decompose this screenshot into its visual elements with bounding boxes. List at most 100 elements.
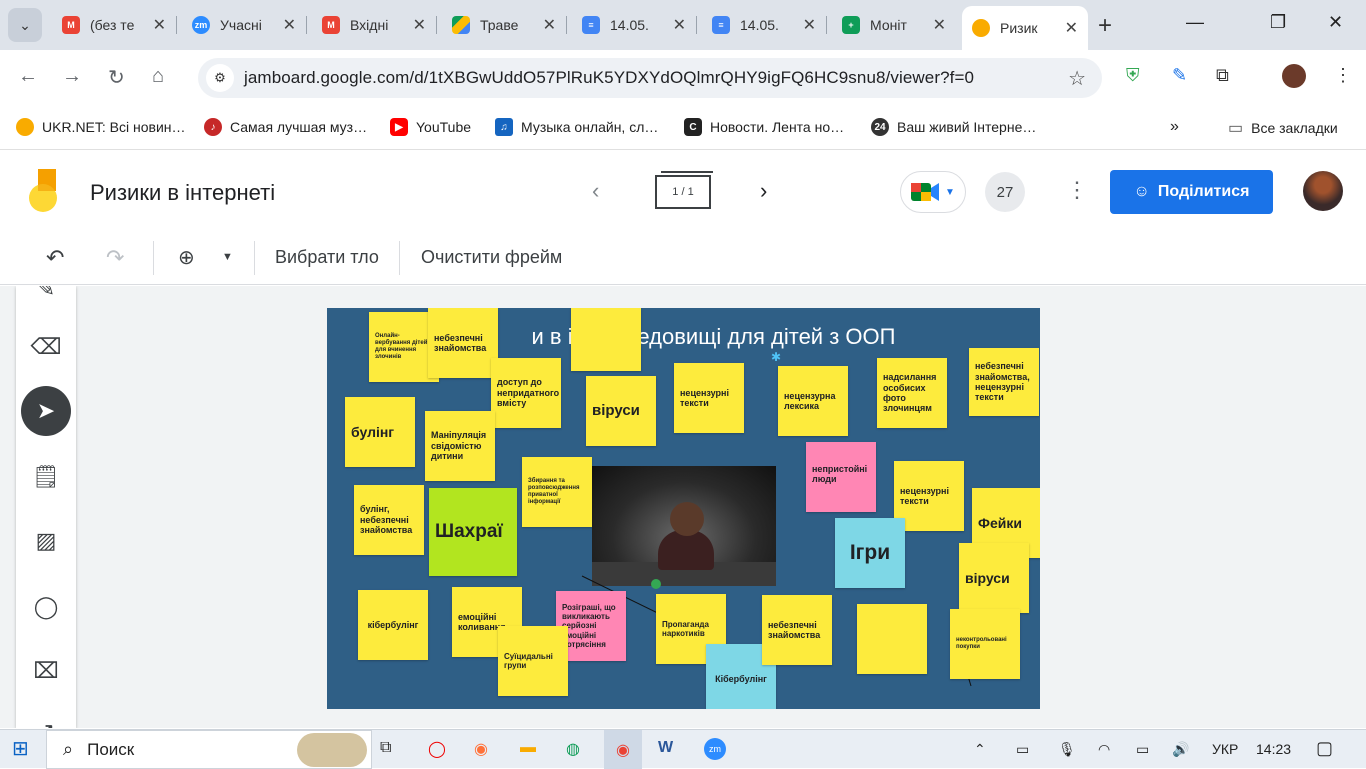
browser-tab[interactable]: zm Учасні ✕ xyxy=(182,6,307,44)
sticky-note[interactable]: нецензурні тексти xyxy=(674,363,744,433)
sticky-note[interactable]: Збирання та розповсюдження приватної інф… xyxy=(522,457,592,527)
sticky-note[interactable]: Маніпуляція свідомістю дитини xyxy=(425,411,495,481)
sticky-note-icon[interactable]: 🗒 xyxy=(21,452,71,502)
wifi-icon[interactable]: ◠ xyxy=(1098,741,1110,758)
sticky-note[interactable]: Суїцидальні групи xyxy=(498,626,568,696)
jam-frame[interactable]: и в інте ередовищі для дітей з ООП ✱ Онл… xyxy=(327,308,1040,709)
sticky-note[interactable]: небезпечні знайомства, нецензурні тексти xyxy=(969,348,1039,416)
tab-search-button[interactable]: ⌄ xyxy=(8,8,42,42)
close-icon[interactable]: ✕ xyxy=(283,15,296,35)
laser-icon[interactable]: ↗ xyxy=(21,706,71,728)
bookmark-music-online[interactable]: ♫ Музыка онлайн, сл… xyxy=(495,118,658,136)
share-button[interactable]: ☺ Поділитися xyxy=(1110,170,1273,214)
sticky-note[interactable]: надсилання особисих фото злочинцям xyxy=(877,358,947,428)
close-icon[interactable]: ✕ xyxy=(1065,18,1078,38)
select-pointer-icon[interactable]: ➤ xyxy=(21,386,71,436)
sticky-note[interactable]: небезпечні знайомства xyxy=(762,595,832,665)
site-info-icon[interactable]: ⚙ xyxy=(206,64,234,92)
sticky-note[interactable]: непристойні люди xyxy=(806,442,876,512)
restore-icon[interactable]: ❐ xyxy=(1270,12,1286,33)
bookmark-star-icon[interactable]: ☆ xyxy=(1068,66,1086,91)
viewer-count-badge[interactable]: 27 xyxy=(985,172,1025,212)
close-icon[interactable]: ✕ xyxy=(673,15,686,35)
browser-tab[interactable]: + Моніт ✕ xyxy=(832,6,956,44)
back-arrow-icon[interactable]: ← xyxy=(18,65,38,88)
battery-icon[interactable]: ▭ xyxy=(1136,741,1149,758)
account-avatar[interactable] xyxy=(1303,171,1343,211)
sticky-note[interactable] xyxy=(571,308,641,371)
browser-menu-icon[interactable]: ⋮ xyxy=(1334,65,1352,86)
windows-start-icon[interactable]: ⊞ xyxy=(12,736,29,761)
bookmark-music[interactable]: ♪ Самая лучшая муз… xyxy=(204,118,367,136)
close-icon[interactable]: ✕ xyxy=(543,15,556,35)
meet-present-button[interactable]: ▼ xyxy=(900,171,966,213)
reload-icon[interactable]: ↻ xyxy=(108,65,125,90)
zoom-app-icon[interactable]: zm xyxy=(704,738,726,760)
zoom-icon[interactable]: ⊕ xyxy=(178,245,195,270)
edge-icon[interactable]: ◍ xyxy=(566,739,580,759)
more-bookmarks-icon[interactable]: » xyxy=(1170,118,1179,136)
previous-frame-icon[interactable]: ‹ xyxy=(592,178,599,204)
keyboard-language[interactable]: УКР xyxy=(1212,741,1238,757)
circle-shape-icon[interactable]: ◯ xyxy=(21,582,71,632)
chrome-icon[interactable]: ◉ xyxy=(604,730,642,769)
more-options-icon[interactable]: ⋮ xyxy=(1066,177,1088,203)
sticky-note[interactable]: кібербулінг xyxy=(358,590,428,660)
bookmark-youtube[interactable]: ▶ YouTube xyxy=(390,118,471,136)
forward-arrow-icon[interactable]: → xyxy=(62,65,82,88)
browser-tab[interactable]: M Вхідні ✕ xyxy=(312,6,437,44)
address-bar[interactable]: ⚙ jamboard.google.com/d/1tXBGwUddO57PlRu… xyxy=(198,58,1102,98)
camera-icon[interactable]: ▭ xyxy=(1016,741,1029,758)
image-icon[interactable]: ▨ xyxy=(21,516,71,566)
close-icon[interactable]: ✕ xyxy=(153,15,166,35)
extensions-puzzle-icon[interactable]: ⧉ xyxy=(1216,65,1229,86)
clear-frame-button[interactable]: Очистити фрейм xyxy=(421,247,562,268)
sticky-note[interactable]: Ігри xyxy=(835,518,905,588)
taskbar-search-box[interactable]: ⌕ Поиск xyxy=(46,730,372,769)
clock[interactable]: 14:23 xyxy=(1256,741,1291,757)
close-icon[interactable]: ✕ xyxy=(803,15,816,35)
set-background-button[interactable]: Вибрати тло xyxy=(275,247,379,268)
redo-icon[interactable]: ↷ xyxy=(106,245,124,271)
browser-tab[interactable]: Траве ✕ xyxy=(442,6,567,44)
sticky-note[interactable]: доступ до непридатного вмісту xyxy=(491,358,561,428)
zoom-dropdown-chevron-icon[interactable]: ▼ xyxy=(222,251,233,263)
word-icon[interactable]: W xyxy=(658,739,673,757)
firefox-icon[interactable]: ◉ xyxy=(474,739,488,759)
close-window-icon[interactable]: ✕ xyxy=(1328,12,1343,33)
shield-extension-icon[interactable]: ⛨ xyxy=(1126,65,1140,86)
bookmark-ukrnet[interactable]: UKR.NET: Всі новин… xyxy=(16,118,186,136)
home-icon[interactable]: ⌂ xyxy=(152,65,164,88)
sticky-note[interactable]: віруси xyxy=(586,376,656,446)
eraser-icon[interactable]: ⌫ xyxy=(21,322,71,372)
all-bookmarks-button[interactable]: ▭ Все закладки xyxy=(1228,118,1338,138)
browser-tab[interactable]: ≡ 14.05. ✕ xyxy=(572,6,697,44)
sticky-note[interactable]: Шахраї xyxy=(429,488,517,576)
undo-icon[interactable]: ↶ xyxy=(46,245,64,271)
task-view-icon[interactable]: ⧉ xyxy=(380,739,391,757)
close-icon[interactable]: ✕ xyxy=(413,15,426,35)
sticky-note[interactable]: булінг, небезпечні знайомства xyxy=(354,485,424,555)
minimize-icon[interactable]: — xyxy=(1186,12,1204,33)
sticky-note[interactable] xyxy=(857,604,927,674)
volume-icon[interactable]: 🔊 xyxy=(1172,741,1189,758)
notifications-icon[interactable]: ▢ xyxy=(1316,738,1333,759)
browser-tab[interactable]: M (без те ✕ xyxy=(52,6,177,44)
frame-bar-toggle[interactable]: 1 / 1 xyxy=(655,171,713,209)
microphone-icon[interactable]: 🎙 xyxy=(1058,741,1076,758)
sticky-note[interactable]: булінг xyxy=(345,397,415,467)
sticky-note[interactable]: нецензурна лексика xyxy=(778,366,848,436)
browser-tab[interactable]: ≡ 14.05. ✕ xyxy=(702,6,827,44)
text-box-icon[interactable]: ⌧ xyxy=(21,646,71,696)
bookmark-news[interactable]: C Новости. Лента но… xyxy=(684,118,844,136)
new-tab-button[interactable]: + xyxy=(1098,12,1112,40)
bookmark-internet[interactable]: 24 Ваш живий Інтерне… xyxy=(871,118,1036,136)
sticky-note[interactable]: неконтрольовані покупки xyxy=(950,609,1020,679)
jam-title[interactable]: Ризики в інтернеті xyxy=(90,180,275,206)
next-frame-icon[interactable]: › xyxy=(760,178,767,204)
opera-icon[interactable]: ◯ xyxy=(428,739,446,759)
feather-extension-icon[interactable]: ✎ xyxy=(1172,65,1187,86)
tray-overflow-icon[interactable]: ⌃ xyxy=(974,741,986,758)
profile-avatar-icon[interactable] xyxy=(1282,64,1306,88)
browser-tab-active[interactable]: Ризик ✕ xyxy=(962,6,1088,50)
